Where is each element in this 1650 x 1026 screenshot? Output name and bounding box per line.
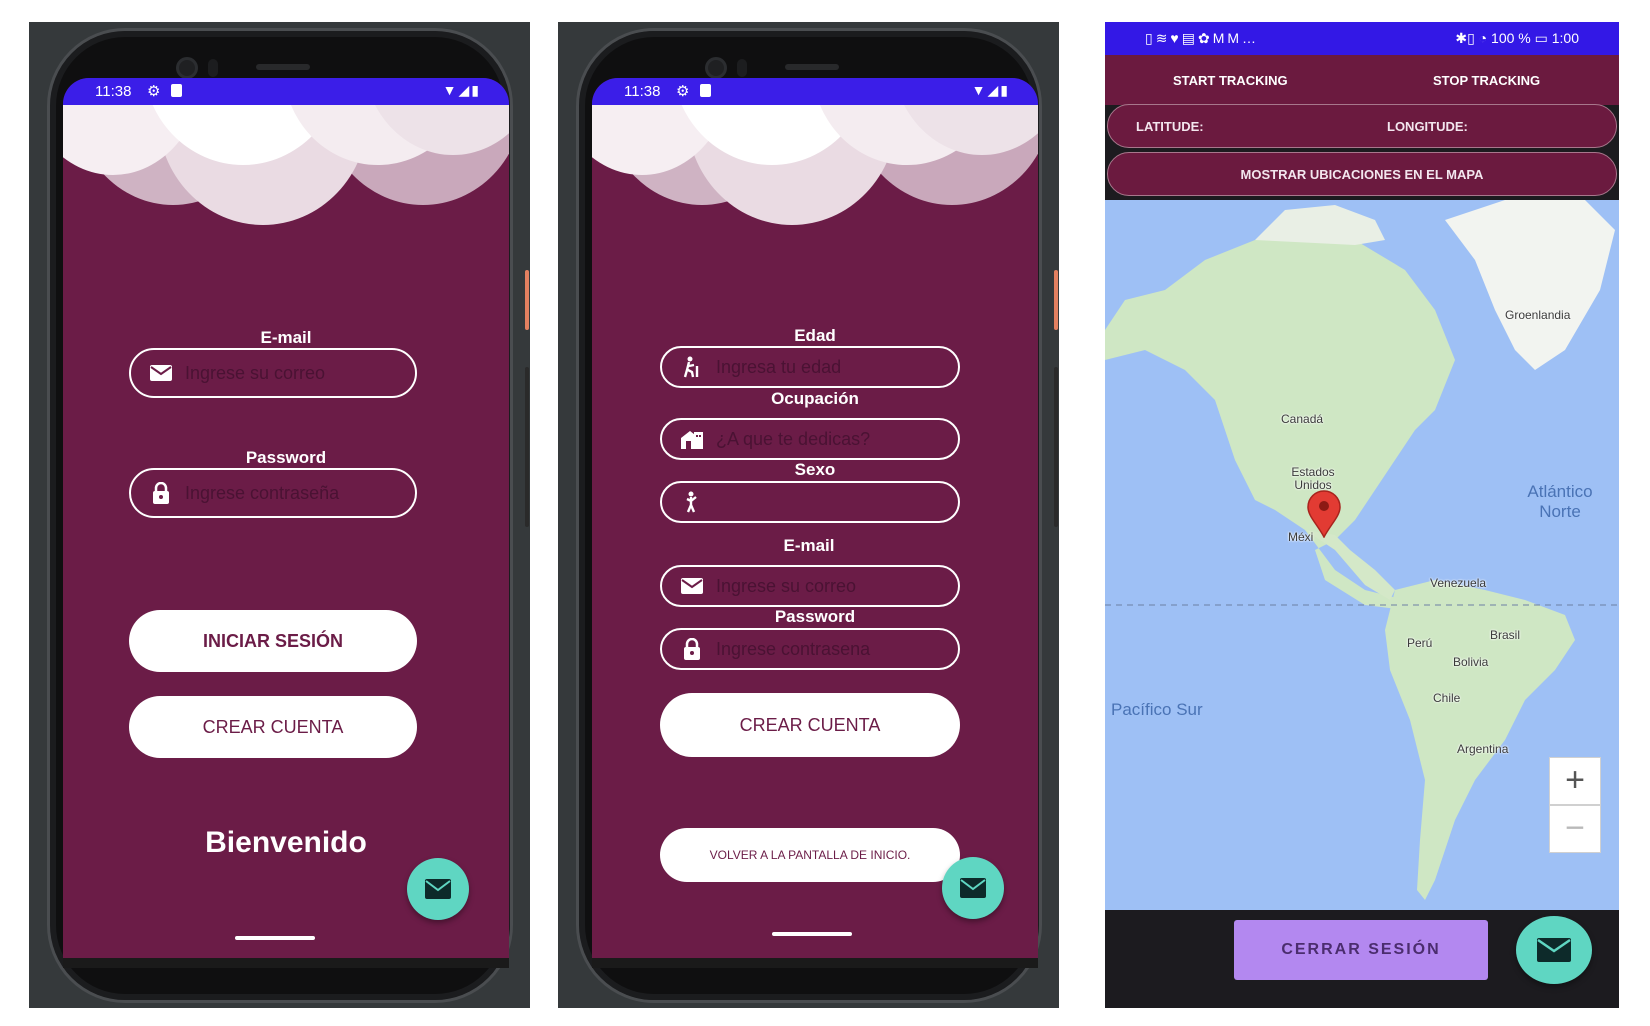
email-placeholder: Ingrese su correo (185, 362, 326, 383)
password-placeholder: Ingrese contraseña (185, 482, 340, 503)
occupation-field[interactable]: ¿A que te dedicas? (660, 418, 960, 460)
register-screenshot: 11:38 ⚙ ▼◢▮ Edad Ingresa tu edad Ocupaci… (558, 22, 1059, 1008)
start-tracking-button[interactable]: START TRACKING (1173, 73, 1288, 88)
map-label-peru: Perú (1407, 636, 1433, 650)
login-button[interactable]: INICIAR SESIÓN (129, 610, 417, 672)
zoom-in-button[interactable]: + (1549, 757, 1601, 805)
volume-button (1054, 367, 1058, 527)
email-field[interactable]: Ingrese su correo (660, 565, 960, 607)
map-label-chile: Chile (1433, 691, 1461, 705)
password-field[interactable]: Ingrese contraseña (129, 468, 417, 518)
cloud-header (63, 105, 509, 265)
gear-icon: ⚙ (676, 83, 690, 100)
signal-battery-icons: ▼◢▮ (442, 82, 481, 98)
signal-battery-icons: ▼◢▮ (971, 82, 1010, 98)
occupation-placeholder: ¿A que te dedicas? (716, 428, 871, 449)
map-label-greenland: Groenlandia (1505, 308, 1571, 322)
map-label-canada: Canadá (1281, 412, 1324, 426)
coordinates-row: LATITUDE: LONGITUDE: (1107, 104, 1617, 148)
status-right: ✱▯ ◔ 100 % ▭ 1:00 (1455, 30, 1579, 46)
house-work-icon (680, 427, 704, 451)
email-label: E-mail (783, 536, 835, 555)
camera (705, 57, 727, 79)
gear-icon: ⚙ (147, 83, 161, 100)
lock-icon (149, 481, 173, 505)
cloud-header (592, 105, 1038, 265)
mail-icon (680, 574, 704, 598)
create-account-button[interactable]: CREAR CUENTA (660, 693, 960, 757)
elderly-person-icon (680, 355, 704, 379)
tracking-toolbar: START TRACKING STOP TRACKING (1105, 55, 1619, 105)
login-screenshot: 11:38 ⚙ ▼◢▮ E-mail Ingrese su correo Pas… (29, 22, 530, 1008)
phone-chin (592, 958, 1038, 968)
password-placeholder: Ingrese contrasena (716, 638, 871, 659)
volume-button (525, 367, 529, 527)
sensor (208, 59, 218, 77)
sex-field[interactable] (660, 481, 960, 523)
show-map-label: MOSTRAR UBICACIONES EN EL MAPA (1240, 167, 1484, 182)
map-label-bolivia: Bolivia (1453, 655, 1489, 669)
password-label: Password (245, 448, 327, 467)
map-label-argentina: Argentina (1457, 742, 1509, 756)
welcome-text: Bienvenido (205, 826, 367, 859)
power-button (1054, 270, 1058, 330)
zoom-out-button[interactable]: − (1549, 805, 1601, 853)
age-field[interactable]: Ingresa tu edad (660, 346, 960, 388)
mail-icon (1537, 938, 1571, 962)
power-button (525, 270, 529, 330)
mail-icon (960, 878, 986, 898)
age-placeholder: Ingresa tu edad (716, 356, 842, 377)
back-to-home-button[interactable]: VOLVER A LA PANTALLA DE INICIO. (660, 828, 960, 882)
speaker (785, 64, 839, 70)
status-bar: ▯≋♥▤✿MM… ✱▯ ◔ 100 % ▭ 1:00 (1105, 22, 1619, 55)
stop-tracking-button[interactable]: STOP TRACKING (1433, 73, 1540, 88)
email-placeholder: Ingrese su correo (716, 575, 857, 596)
sd-card-icon (171, 84, 182, 97)
status-time: 11:38 (95, 83, 132, 100)
mail-fab-button[interactable] (407, 858, 469, 920)
lock-icon (680, 637, 704, 661)
mail-fab-button[interactable] (942, 857, 1004, 919)
sex-label: Sexo (794, 460, 836, 479)
password-label: Password (774, 607, 856, 626)
phone-chin (63, 958, 509, 968)
battery-text: 100 % (1491, 30, 1531, 46)
camera (176, 57, 198, 79)
map-pin-icon[interactable] (1307, 490, 1341, 543)
longitude-label: LONGITUDE: (1387, 119, 1468, 134)
mail-fab-button[interactable] (1516, 916, 1592, 984)
map-land (1105, 200, 1619, 900)
age-label: Edad (794, 326, 836, 345)
status-bar: 11:38 ⚙ ▼◢▮ (592, 78, 1038, 105)
occupation-label: Ocupación (771, 389, 859, 408)
person-icon (680, 490, 704, 514)
mail-icon (425, 879, 451, 899)
status-time: 1:00 (1551, 30, 1579, 46)
show-map-button[interactable]: MOSTRAR UBICACIONES EN EL MAPA (1107, 152, 1617, 196)
email-label: E-mail (260, 328, 312, 347)
login-screen: 11:38 ⚙ ▼◢▮ E-mail Ingrese su correo Pas… (63, 78, 509, 958)
notification-icons: ▯≋♥▤✿MM… (1145, 30, 1260, 46)
password-field[interactable]: Ingrese contrasena (660, 628, 960, 670)
create-account-button[interactable]: CREAR CUENTA (129, 696, 417, 758)
register-screen: 11:38 ⚙ ▼◢▮ Edad Ingresa tu edad Ocupaci… (592, 78, 1038, 958)
latitude-label: LATITUDE: (1136, 119, 1204, 134)
speaker (256, 64, 310, 70)
mail-icon (149, 361, 173, 385)
map-label-usa: Estados Unidos (1291, 465, 1335, 492)
map-label-atlantic: Atlántico Norte (1527, 482, 1593, 521)
logout-button[interactable]: CERRAR SESIÓN (1234, 920, 1488, 980)
tracking-screenshot: ▯≋♥▤✿MM… ✱▯ ◔ 100 % ▭ 1:00 START TRACKIN… (1105, 22, 1619, 1008)
map-view[interactable]: Groenlandia Canadá Estados Unidos Méxi A… (1105, 200, 1619, 910)
home-indicator[interactable] (235, 936, 315, 940)
home-indicator[interactable] (772, 932, 852, 936)
status-bar: 11:38 ⚙ ▼◢▮ (63, 78, 509, 105)
map-label-venezuela: Venezuela (1430, 576, 1487, 590)
sensor (737, 59, 747, 77)
email-field[interactable]: Ingrese su correo (129, 348, 417, 398)
sd-card-icon (700, 84, 711, 97)
map-label-brasil: Brasil (1490, 628, 1521, 642)
status-time: 11:38 (624, 83, 661, 100)
map-label-pacific: Pacífico Sur (1111, 700, 1203, 719)
